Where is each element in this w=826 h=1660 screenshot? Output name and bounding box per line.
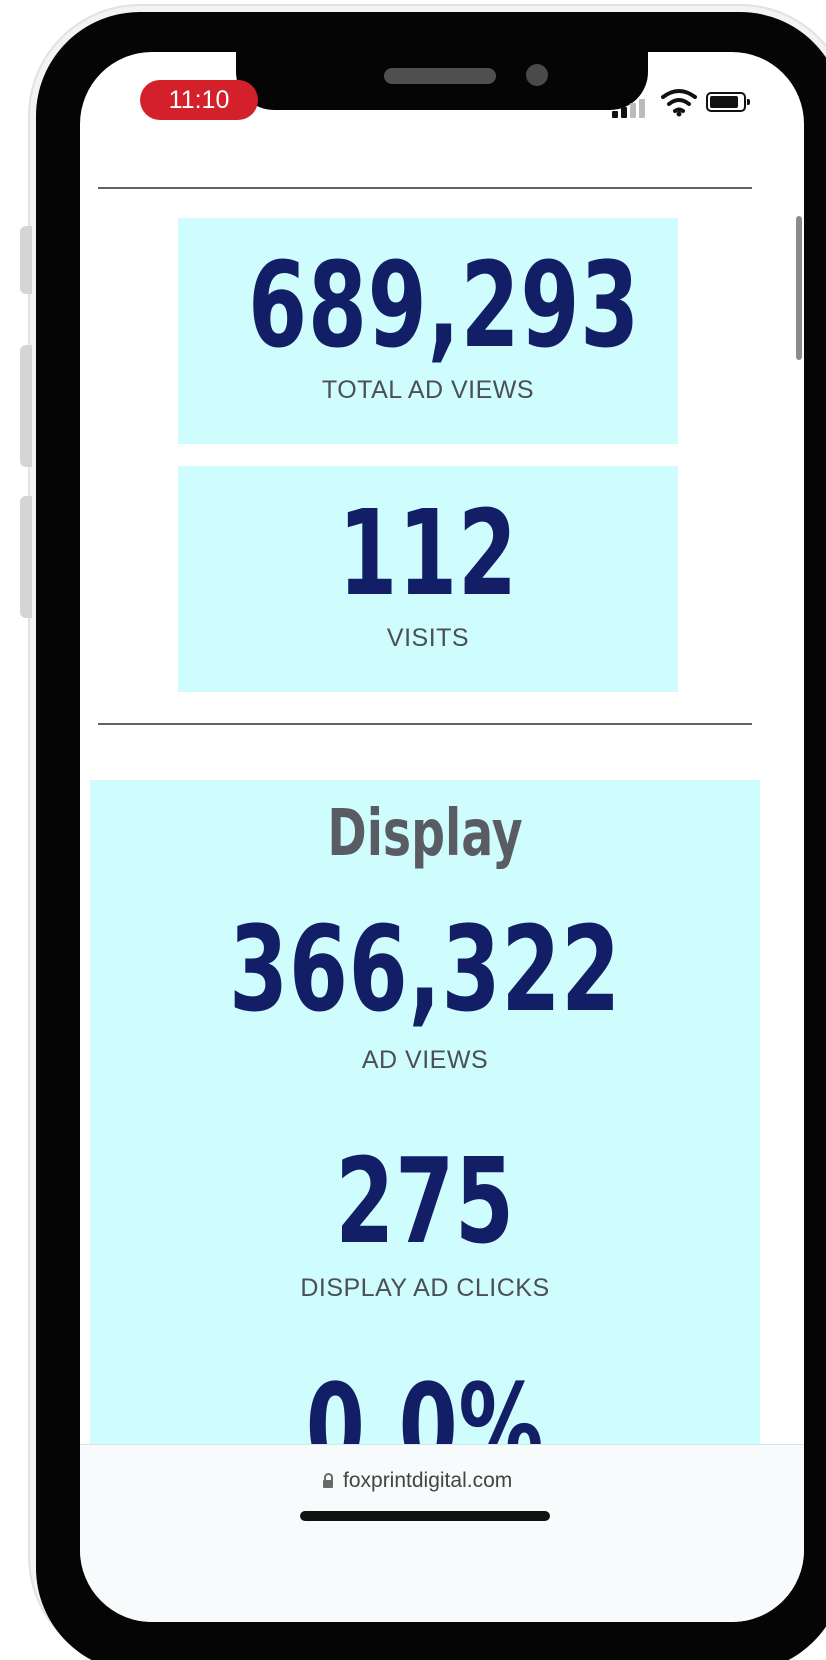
home-indicator[interactable] (300, 1511, 550, 1521)
display-ad-clicks-label: DISPLAY AD CLICKS (300, 1274, 550, 1302)
wifi-icon (661, 89, 697, 117)
front-camera (526, 64, 548, 86)
signal-icon (612, 96, 652, 118)
display-ad-views-value: 366,322 (228, 900, 621, 1038)
volume-down-button (20, 496, 32, 618)
total-ad-views-label: TOTAL AD VIEWS (321, 376, 535, 404)
battery-icon (706, 92, 750, 112)
phone-screen: 11:10 689,293 TOTAL AD VIEWS 112 VISITS … (80, 52, 804, 1622)
display-ad-views-label: AD VIEWS (361, 1046, 489, 1074)
status-time: 11:10 (140, 80, 258, 120)
display-section-title: Display (327, 797, 523, 871)
visits-label: VISITS (386, 624, 470, 652)
phone-screenshot: 11:10 689,293 TOTAL AD VIEWS 112 VISITS … (0, 0, 826, 1660)
section-divider-top (98, 187, 752, 189)
camera-notch (236, 52, 648, 110)
total-ad-views-card: 689,293 TOTAL AD VIEWS (178, 218, 678, 444)
display-metrics-panel: Display 366,322 AD VIEWS 275 DISPLAY AD … (90, 780, 760, 1540)
visits-value: 112 (338, 484, 518, 622)
display-ad-clicks-value: 275 (335, 1132, 515, 1270)
site-url[interactable]: foxprintdigital.com (343, 1467, 512, 1495)
silent-switch (20, 226, 32, 294)
volume-up-button (20, 345, 32, 467)
page-scrollbar[interactable] (796, 216, 802, 360)
browser-address-bar[interactable]: foxprintdigital.com (80, 1444, 804, 1622)
lock-icon (323, 1473, 333, 1488)
section-divider-middle (98, 723, 752, 725)
speaker-grille (384, 68, 496, 84)
total-ad-views-value: 689,293 (248, 236, 641, 374)
visits-card: 112 VISITS (178, 466, 678, 692)
